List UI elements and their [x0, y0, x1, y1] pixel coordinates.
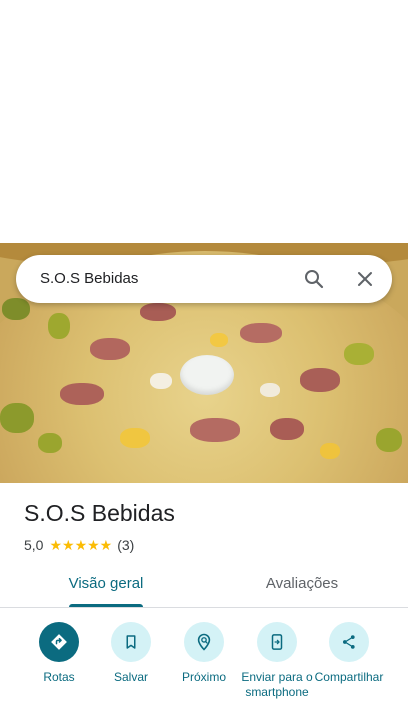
- rating-value: 5,0: [24, 537, 44, 553]
- search-input[interactable]: S.O.S Bebidas: [40, 270, 138, 287]
- photo-topping: [60, 383, 104, 405]
- action-bar: Rotas Salvar Próximo Enviar para o smart…: [0, 622, 408, 722]
- directions-label: Rotas: [43, 670, 75, 684]
- tab-overview[interactable]: Visão geral: [40, 566, 172, 608]
- photo-topping: [48, 313, 70, 339]
- photo-topping: [38, 433, 62, 453]
- save-button-circle[interactable]: [111, 622, 151, 662]
- tab-reviews[interactable]: Avaliações: [236, 566, 368, 608]
- save-button[interactable]: Salvar: [94, 622, 168, 685]
- send-to-phone-button[interactable]: Enviar para o smartphone: [240, 622, 314, 700]
- send-to-phone-button-circle[interactable]: [257, 622, 297, 662]
- star-rating-icon: ★★★★★: [49, 536, 113, 553]
- photo-topping: [210, 333, 228, 347]
- photo-topping: [120, 428, 150, 448]
- photo-topping: [190, 418, 240, 442]
- photo-topping: [260, 383, 280, 397]
- photo-topping: [270, 418, 304, 440]
- place-tabs: Visão geral Avaliações: [0, 566, 408, 608]
- photo-topping: [0, 403, 34, 433]
- share-icon: [343, 635, 355, 649]
- map-area-blank: [0, 0, 408, 243]
- rating-row[interactable]: 5,0 ★★★★★ (3): [24, 536, 134, 554]
- directions-button-circle[interactable]: [39, 622, 79, 662]
- share-button-circle[interactable]: [329, 622, 369, 662]
- review-count: (3): [117, 537, 135, 553]
- bookmark-icon: [126, 635, 136, 649]
- photo-topping: [376, 428, 402, 452]
- send-to-phone-icon: [271, 634, 283, 650]
- nearby-label: Próximo: [181, 670, 226, 684]
- nearby-icon: [197, 633, 211, 651]
- tab-active-indicator: [69, 604, 143, 607]
- photo-topping: [300, 368, 340, 392]
- directions-button[interactable]: Rotas: [22, 622, 96, 685]
- send-to-phone-label: Enviar para o smartphone: [241, 670, 313, 699]
- photo-topping: [344, 343, 374, 365]
- photo-pizza-saver: [180, 355, 234, 395]
- search-bar[interactable]: S.O.S Bebidas: [16, 255, 392, 303]
- photo-topping: [240, 323, 282, 343]
- photo-topping: [320, 443, 340, 459]
- search-icon[interactable]: [302, 267, 326, 291]
- share-button[interactable]: Compartilhar: [312, 622, 386, 685]
- photo-topping: [150, 373, 172, 389]
- photo-topping: [2, 298, 30, 320]
- photo-topping: [90, 338, 130, 360]
- share-label: Compartilhar: [314, 670, 384, 684]
- nearby-button-circle[interactable]: [184, 622, 224, 662]
- directions-icon: [51, 634, 67, 650]
- save-label: Salvar: [113, 670, 148, 684]
- nearby-button[interactable]: Próximo: [167, 622, 241, 685]
- place-title: S.O.S Bebidas: [24, 500, 175, 526]
- close-icon[interactable]: [353, 267, 377, 291]
- photo-topping: [140, 303, 176, 321]
